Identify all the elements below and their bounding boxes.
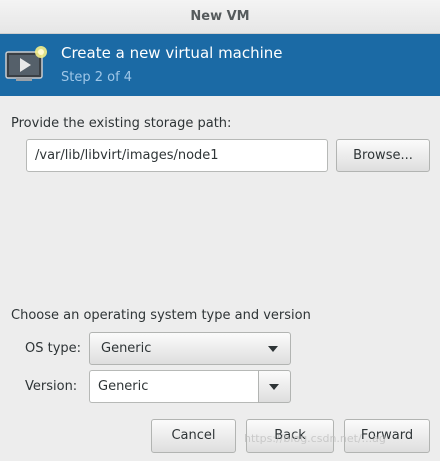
window-title: New VM: [0, 0, 440, 34]
wizard-title: Create a new virtual machine: [61, 44, 283, 62]
back-button[interactable]: Back: [246, 419, 334, 453]
wizard-header: Create a new virtual machine Step 2 of 4: [0, 34, 440, 96]
version-combo[interactable]: Generic: [89, 370, 291, 403]
storage-path-label: Provide the existing storage path:: [11, 116, 232, 131]
version-label: Version:: [25, 379, 78, 394]
wizard-step: Step 2 of 4: [61, 70, 133, 85]
version-dropdown-button[interactable]: [258, 370, 291, 403]
cancel-button[interactable]: Cancel: [151, 419, 236, 453]
os-type-dropdown[interactable]: Generic: [89, 332, 291, 365]
vm-play-icon: [5, 46, 47, 81]
os-type-value: Generic: [101, 341, 152, 356]
chevron-down-icon: [269, 384, 279, 390]
storage-path-input[interactable]: /var/lib/libvirt/images/node1: [26, 139, 328, 172]
chevron-down-icon: [268, 346, 278, 352]
os-section-label: Choose an operating system type and vers…: [11, 308, 311, 323]
os-type-label: OS type:: [25, 341, 82, 356]
version-input[interactable]: Generic: [89, 370, 258, 403]
forward-button[interactable]: Forward: [344, 419, 430, 453]
browse-button[interactable]: Browse...: [336, 139, 430, 172]
